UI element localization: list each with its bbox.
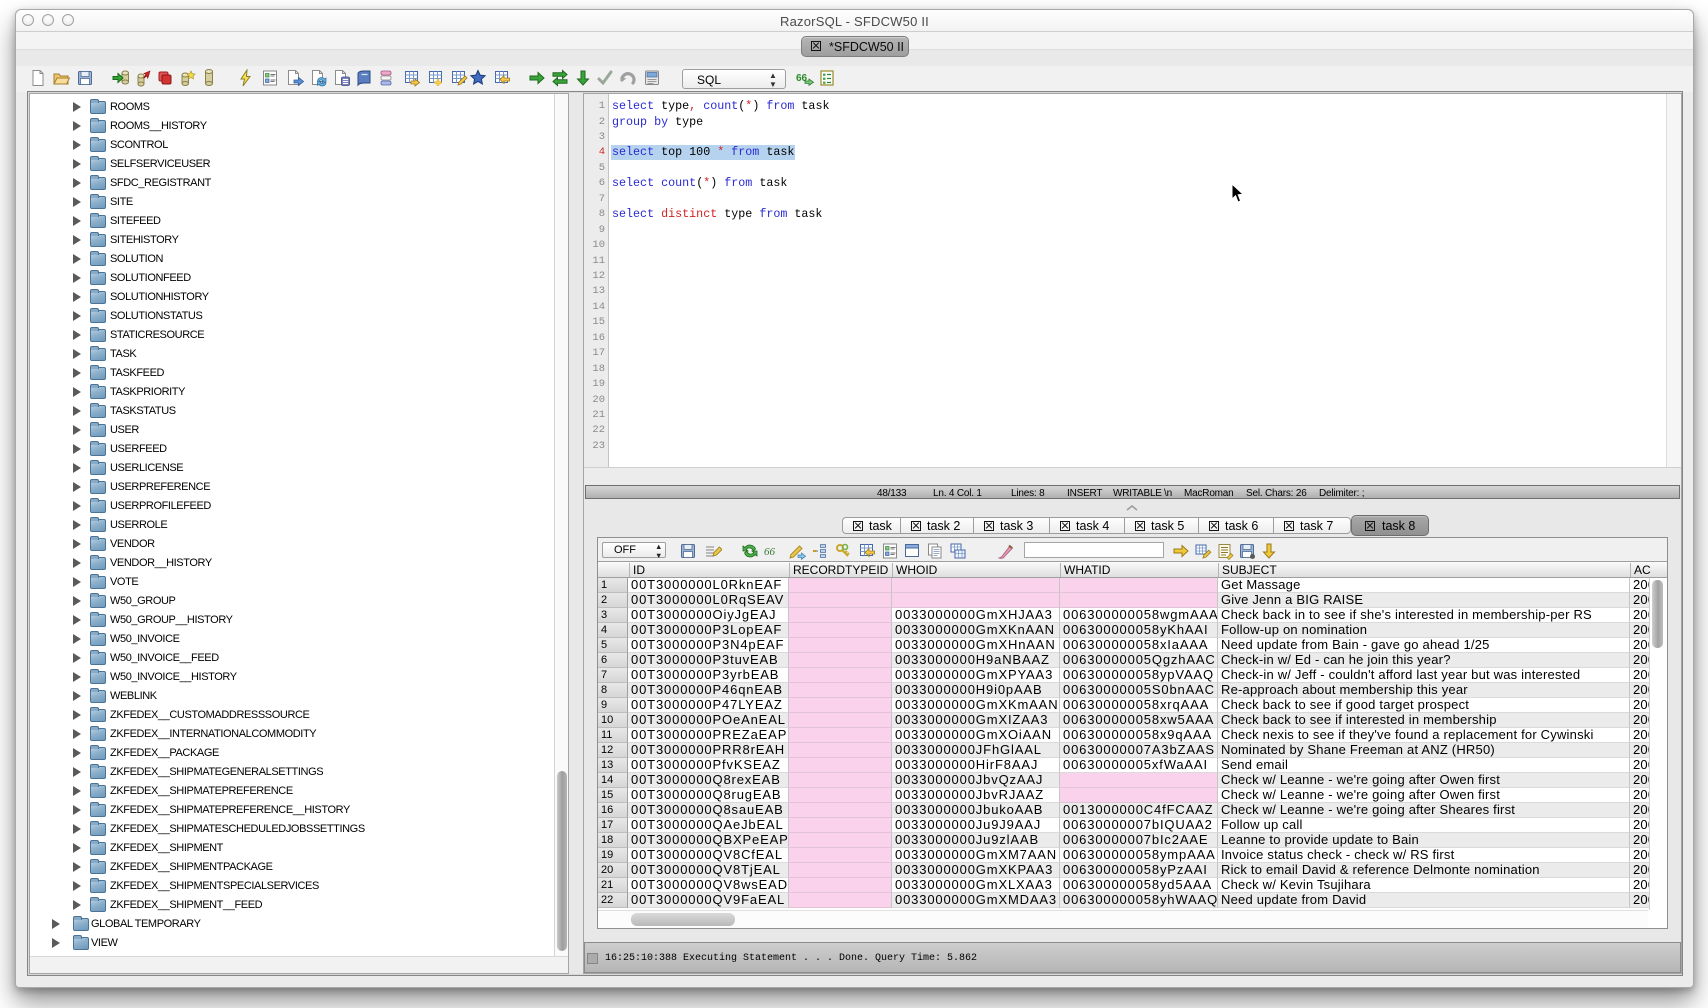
svg-text:66: 66 — [764, 546, 776, 558]
